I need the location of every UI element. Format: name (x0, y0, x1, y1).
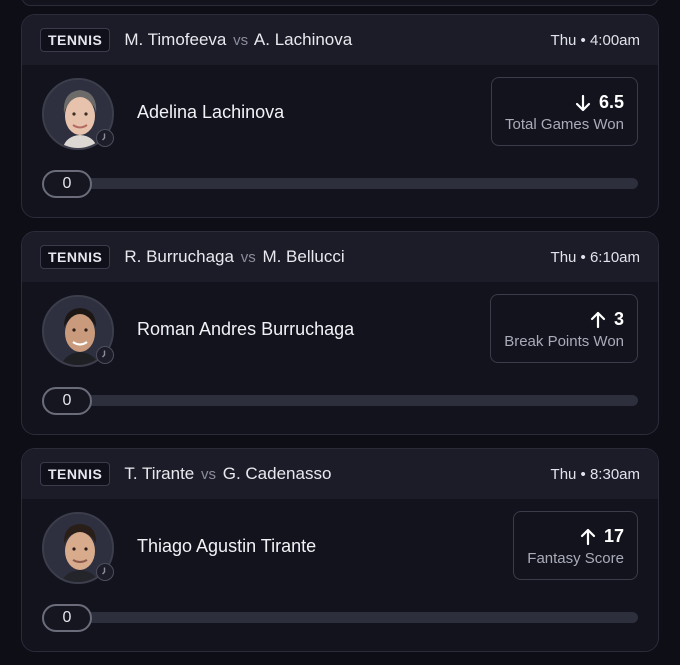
card-body: Roman Andres Burruchaga 3 Break Points W… (22, 282, 658, 434)
player-two: M. Bellucci (262, 247, 345, 266)
arrow-up-icon (580, 528, 596, 546)
projection-line: 3 (613, 309, 624, 329)
progress-track (42, 612, 638, 623)
sport-badge: TENNIS (40, 245, 111, 269)
card-body: Adelina Lachinova 6.5 Total Games Won 0 (22, 65, 658, 217)
pick-card[interactable]: TENNIS T. Tirante vs G. Cadenasso Thu • … (21, 448, 659, 652)
progress-value: 0 (42, 604, 92, 632)
card-header: TENNIS R. Burruchaga vs M. Bellucci Thu … (22, 232, 658, 282)
matchup: M. Timofeeva vs A. Lachinova (124, 30, 352, 50)
progress-value: 0 (42, 170, 92, 198)
arrow-up-icon (590, 311, 606, 329)
clock-icon (96, 563, 114, 581)
clock-icon (96, 346, 114, 364)
matchup: R. Burruchaga vs M. Bellucci (124, 247, 344, 267)
player-one: R. Burruchaga (124, 247, 234, 266)
previous-card-edge (21, 0, 659, 6)
game-time: Thu • 6:10am (550, 248, 640, 266)
vs-label: vs (233, 32, 249, 49)
matchup: T. Tirante vs G. Cadenasso (124, 464, 331, 484)
projection-line: 6.5 (598, 92, 624, 112)
pick-card[interactable]: TENNIS M. Timofeeva vs A. Lachinova Thu … (21, 14, 659, 218)
progress-track (42, 395, 638, 406)
player-two: A. Lachinova (253, 30, 353, 49)
clock-icon (96, 129, 114, 147)
player-one: T. Tirante (124, 464, 195, 483)
progress-value: 0 (42, 387, 92, 415)
vs-label: vs (201, 466, 216, 483)
card-body: Thiago Agustin Tirante 17 Fantasy Score … (22, 499, 658, 651)
card-header: TENNIS T. Tirante vs G. Cadenasso Thu • … (22, 449, 658, 499)
projection-box[interactable]: 6.5 Total Games Won (491, 77, 638, 146)
player-name: Thiago Agustin Tirante (137, 536, 317, 556)
player-two: G. Cadenasso (222, 464, 332, 483)
projection-stat: Total Games Won (505, 116, 624, 133)
projection-stat: Fantasy Score (527, 550, 624, 567)
player-one: M. Timofeeva (124, 30, 227, 49)
game-time: Thu • 4:00am (550, 31, 640, 49)
arrow-down-icon (575, 94, 591, 112)
projection-box[interactable]: 17 Fantasy Score (513, 511, 638, 580)
progress-track (42, 178, 638, 189)
sport-badge: TENNIS (40, 28, 111, 52)
projection-stat: Break Points Won (504, 333, 624, 350)
projection-line: 17 (603, 526, 624, 546)
player-name: Adelina Lachinova (137, 102, 285, 122)
card-header: TENNIS M. Timofeeva vs A. Lachinova Thu … (22, 15, 658, 65)
vs-label: vs (240, 249, 256, 266)
projection-box[interactable]: 3 Break Points Won (490, 294, 638, 363)
game-time: Thu • 8:30am (550, 465, 640, 483)
player-name: Roman Andres Burruchaga (137, 319, 355, 339)
sport-badge: TENNIS (40, 462, 111, 486)
pick-card[interactable]: TENNIS R. Burruchaga vs M. Bellucci Thu … (21, 231, 659, 435)
